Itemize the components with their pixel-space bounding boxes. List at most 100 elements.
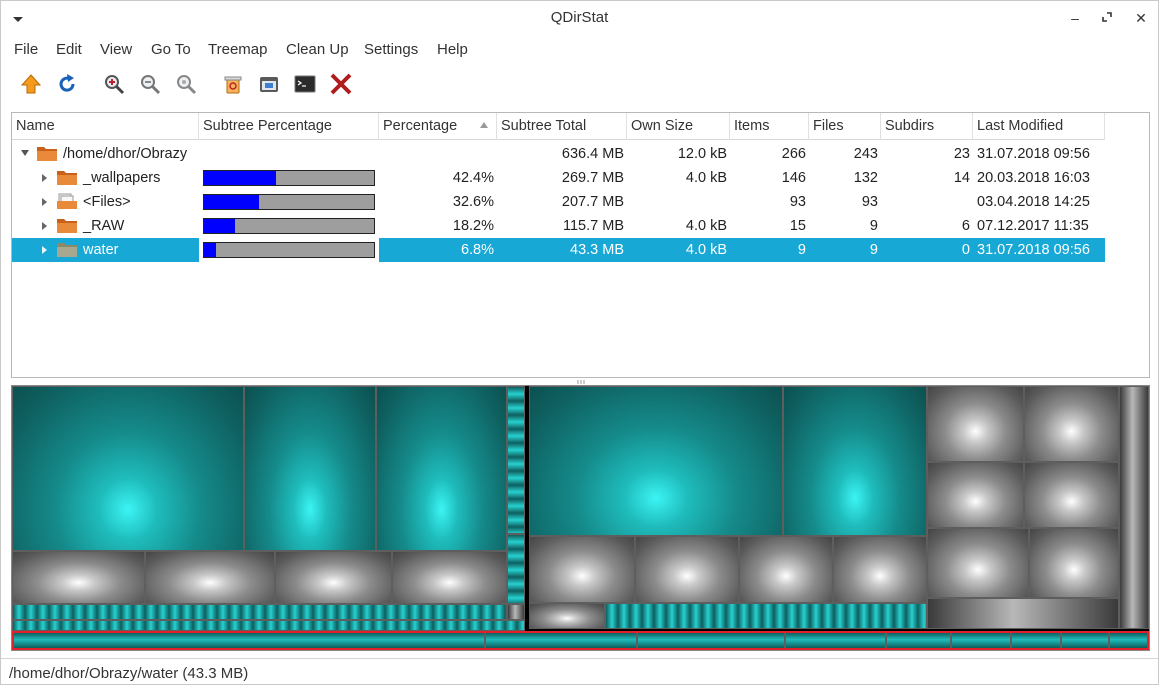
treemap-tile[interactable]	[1024, 386, 1119, 462]
treemap-tile[interactable]	[783, 386, 927, 536]
column-header-percentage[interactable]: Percentage	[379, 113, 497, 140]
menu-help[interactable]: Help	[437, 41, 468, 58]
row-subdirs: 14	[953, 170, 970, 186]
row-subtree-total: 269.7 MB	[561, 170, 624, 186]
row-own-size: 4.0 kB	[685, 242, 727, 258]
treemap-tile[interactable]	[927, 528, 1029, 598]
treemap-tile[interactable]	[12, 604, 507, 620]
folder-icon	[57, 219, 77, 233]
treemap-tile[interactable]	[927, 462, 1024, 528]
treemap-view[interactable]	[11, 385, 1150, 651]
treemap-tile[interactable]	[376, 386, 507, 551]
treemap-tile[interactable]	[12, 620, 525, 631]
menu-treemap[interactable]: Treemap	[208, 41, 267, 58]
column-header-name[interactable]: Name	[12, 113, 199, 140]
row-items: 146	[781, 170, 806, 186]
treemap-tile[interactable]	[275, 551, 392, 604]
minimize-icon[interactable]: –	[1065, 9, 1085, 27]
menu-clean-up[interactable]: Clean Up	[286, 41, 349, 58]
menu-file[interactable]: File	[14, 41, 38, 58]
sort-ascending-icon	[480, 122, 488, 128]
column-header-subtree-total[interactable]: Subtree Total	[497, 113, 627, 140]
menu-go-to[interactable]: Go To	[151, 41, 191, 58]
treemap-tile[interactable]	[1029, 528, 1119, 598]
tree-row[interactable]: <Files> 32.6% 207.7 MB 93 93 03.04.2018 …	[12, 190, 1105, 214]
row-items: 93	[789, 194, 806, 210]
treemap-tile[interactable]	[507, 534, 525, 604]
move-to-trash-icon[interactable]	[220, 71, 246, 97]
treemap-tile[interactable]	[529, 386, 783, 536]
treemap-tile[interactable]	[927, 598, 1119, 629]
subtree-percentage-bar	[203, 194, 375, 210]
zoom-out-icon[interactable]	[137, 71, 163, 97]
subtree-percentage-bar-fill	[204, 243, 216, 257]
menu-view[interactable]: View	[100, 41, 132, 58]
treemap-tile[interactable]	[739, 536, 833, 603]
menu-settings[interactable]: Settings	[364, 41, 418, 58]
treemap-tile[interactable]	[392, 551, 507, 604]
treemap-tile[interactable]	[927, 386, 1024, 462]
treemap-tile[interactable]	[12, 386, 244, 551]
collapsed-arrow-icon[interactable]	[42, 246, 47, 254]
treemap-tile[interactable]	[833, 536, 927, 603]
refresh-icon[interactable]	[54, 71, 80, 97]
row-name: /home/dhor/Obrazy	[63, 146, 188, 162]
close-icon[interactable]: ✕	[1131, 9, 1151, 27]
folder-icon	[57, 243, 77, 257]
row-last-modified: 31.07.2018 09:56	[977, 242, 1090, 258]
treemap-tile[interactable]	[605, 603, 927, 629]
row-name: water	[83, 242, 119, 258]
treemap-tile[interactable]	[529, 536, 635, 603]
row-own-size	[627, 190, 727, 214]
tree-row-selected[interactable]: water 6.8% 43.3 MB 4.0 kB 9 9 0 31.07.20…	[12, 238, 1105, 262]
maximize-icon[interactable]	[1097, 9, 1117, 27]
window-title: QDirStat	[550, 9, 609, 26]
row-subdirs: 6	[961, 218, 970, 234]
subtree-percentage-bar-fill	[204, 171, 277, 185]
row-name: _RAW	[83, 218, 125, 234]
main-window: QDirStat – ✕ File Edit View Go To Treema…	[0, 0, 1159, 685]
column-header-subdirs[interactable]: Subdirs	[881, 113, 973, 140]
collapsed-arrow-icon[interactable]	[42, 222, 47, 230]
treemap-selection-frame	[12, 631, 1149, 650]
splitter-handle[interactable]	[576, 380, 586, 384]
zoom-in-icon[interactable]	[101, 71, 127, 97]
collapsed-arrow-icon[interactable]	[42, 198, 47, 206]
row-files: 9	[869, 218, 878, 234]
treemap-tile[interactable]	[507, 386, 525, 534]
menu-edit[interactable]: Edit	[56, 41, 82, 58]
treemap-tile[interactable]	[635, 536, 739, 603]
directory-tree[interactable]: Name Subtree Percentage Percentage Subtr…	[11, 112, 1150, 378]
column-header-items[interactable]: Items	[730, 113, 809, 140]
treemap-tile[interactable]	[529, 603, 605, 629]
zoom-reset-icon[interactable]	[173, 71, 199, 97]
row-files: 243	[853, 146, 878, 162]
column-header-subtree-percentage[interactable]: Subtree Percentage	[199, 113, 379, 140]
treemap-tile[interactable]	[145, 551, 275, 604]
row-files: 132	[853, 170, 878, 186]
row-last-modified: 03.04.2018 14:25	[977, 194, 1090, 210]
row-own-size: 4.0 kB	[685, 218, 727, 234]
tree-row[interactable]: _wallpapers 42.4% 269.7 MB 4.0 kB 146 13…	[12, 166, 1105, 190]
column-header-last-modified[interactable]: Last Modified	[973, 113, 1105, 140]
row-name: _wallpapers	[83, 170, 161, 186]
treemap-tile[interactable]	[1119, 386, 1149, 629]
tree-row[interactable]: _RAW 18.2% 115.7 MB 4.0 kB 15 9 6 07.12.…	[12, 214, 1105, 238]
delete-icon[interactable]	[328, 71, 354, 97]
expanded-arrow-icon[interactable]	[21, 150, 29, 156]
go-up-icon[interactable]	[18, 71, 44, 97]
open-file-manager-icon[interactable]	[256, 71, 282, 97]
column-header-own-size[interactable]: Own Size	[627, 113, 730, 140]
row-files: 93	[861, 194, 878, 210]
tree-row[interactable]: /home/dhor/Obrazy 636.4 MB 12.0 kB 266 2…	[12, 142, 1105, 166]
row-name: <Files>	[83, 194, 131, 210]
column-header-files[interactable]: Files	[809, 113, 881, 140]
treemap-tile[interactable]	[507, 604, 525, 620]
collapsed-arrow-icon[interactable]	[42, 174, 47, 182]
treemap-tile[interactable]	[244, 386, 376, 551]
row-percentage: 6.8%	[460, 242, 494, 258]
open-terminal-icon[interactable]	[292, 71, 318, 97]
treemap-tile[interactable]	[12, 551, 145, 604]
treemap-tile[interactable]	[1024, 462, 1119, 528]
status-bar: /home/dhor/Obrazy/water (43.3 MB)	[9, 665, 249, 682]
